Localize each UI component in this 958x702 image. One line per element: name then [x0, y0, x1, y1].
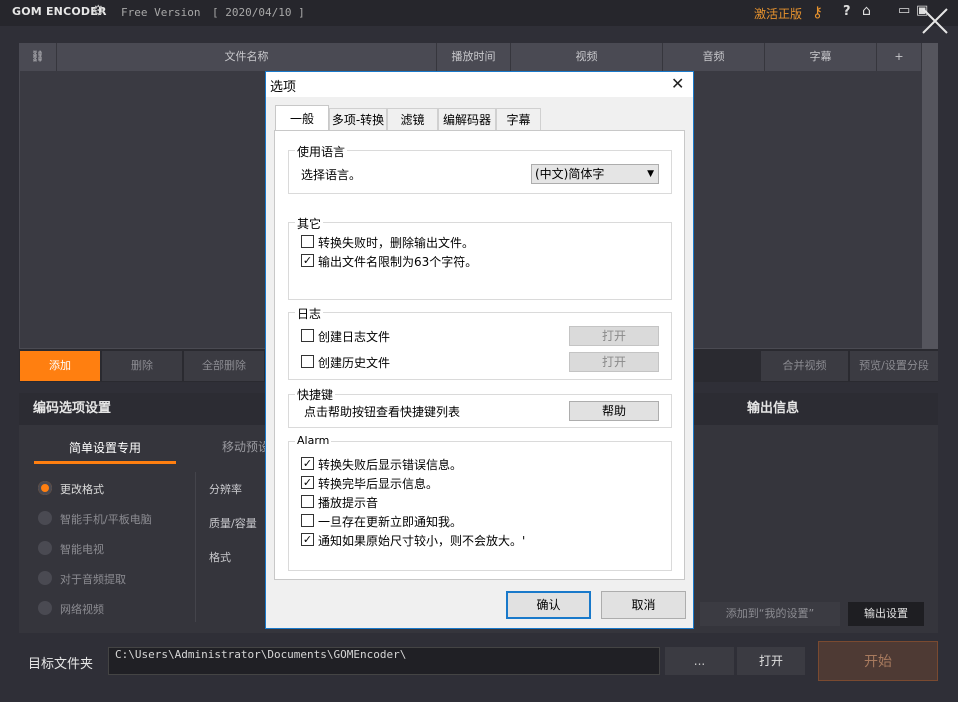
open-history-button[interactable]: 打开: [569, 352, 659, 372]
radio-smart-tv[interactable]: [38, 541, 52, 555]
ok-button[interactable]: 确认: [506, 591, 591, 619]
language-group-title: 使用语言: [295, 143, 348, 160]
show-error-checkbox[interactable]: ✓: [301, 457, 314, 470]
home-icon[interactable]: ⌂: [862, 3, 871, 19]
add-button[interactable]: 添加: [20, 351, 100, 381]
radio-change-format[interactable]: [38, 481, 52, 495]
file-list-header: ⛓ 文件名称 播放时间 视频 音频 字幕 +: [19, 43, 938, 71]
output-settings-button[interactable]: 输出设置: [848, 602, 924, 626]
tab-filter[interactable]: 滤镜: [387, 108, 438, 130]
radio-label-change-format: 更改格式: [60, 483, 104, 496]
limit-filename-checkbox[interactable]: ✓: [301, 254, 314, 267]
no-upscale-label: 通知如果原始尺寸较小，则不会放大。': [318, 534, 526, 548]
help-button[interactable]: 帮助: [569, 401, 659, 421]
radio-label-audio-extract: 对于音频提取: [60, 573, 126, 586]
no-upscale-checkbox[interactable]: ✓: [301, 533, 314, 546]
play-sound-checkbox[interactable]: [301, 495, 314, 508]
shortcut-group-title: 快捷键: [295, 386, 336, 403]
notify-update-checkbox[interactable]: [301, 514, 314, 527]
tab-subtitle[interactable]: 字幕: [496, 108, 541, 130]
version-date: [ 2020/04/10 ]: [212, 6, 305, 19]
column-duration[interactable]: 播放时间: [437, 43, 511, 71]
log-group-title: 日志: [295, 305, 324, 322]
help-icon[interactable]: ?: [843, 4, 851, 19]
tab-simple-settings[interactable]: 简单设置专用: [34, 432, 176, 464]
target-folder-input[interactable]: C:\Users\Administrator\Documents\GOMEnco…: [108, 647, 660, 675]
dialog-title: 选项: [270, 80, 297, 95]
file-list-scrollbar[interactable]: [922, 43, 938, 349]
open-folder-button[interactable]: 打开: [737, 647, 805, 675]
show-error-label: 转换失败后显示错误信息。: [318, 458, 463, 472]
other-group-title: 其它: [295, 215, 324, 232]
radio-label-web-video: 网络视频: [60, 603, 104, 616]
cancel-button[interactable]: 取消: [601, 591, 686, 619]
delete-on-fail-label: 转换失败时，删除输出文件。: [318, 236, 475, 250]
alarm-group-title: Alarm: [295, 434, 332, 447]
close-icon[interactable]: [920, 6, 950, 36]
delete-all-button[interactable]: 全部删除: [184, 351, 264, 381]
language-select-value: (中文)简体字: [535, 167, 605, 181]
radio-smartphone[interactable]: [38, 511, 52, 525]
activate-link[interactable]: 激活正版: [754, 5, 802, 22]
browse-button[interactable]: ...: [665, 647, 734, 675]
radio-label-smartphone: 智能手机/平板电脑: [60, 513, 152, 526]
create-log-checkbox[interactable]: [301, 329, 314, 342]
add-to-my-settings-button[interactable]: 添加到“我的设置”: [700, 602, 840, 626]
options-dialog: 选项 ✕ 一般 多项-转换 滤镜 编解码器 字幕 使用语言 选择语言。 (中文)…: [265, 71, 694, 629]
dialog-title-bar: [266, 72, 693, 97]
start-button[interactable]: 开始: [818, 641, 938, 681]
tab-general-selected[interactable]: 一般: [275, 105, 329, 131]
language-label: 选择语言。: [301, 168, 362, 182]
radio-audio-extract[interactable]: [38, 571, 52, 585]
link-icon[interactable]: ⛓: [19, 43, 57, 71]
language-select[interactable]: (中文)简体字 ▼: [531, 164, 659, 184]
show-complete-label: 转换完毕后显示信息。: [318, 477, 439, 491]
setting-format-label: 格式: [209, 551, 231, 564]
limit-filename-label: 输出文件名限制为63个字符。: [318, 255, 478, 269]
show-complete-checkbox[interactable]: ✓: [301, 476, 314, 489]
column-filename[interactable]: 文件名称: [57, 43, 437, 71]
setting-resolution-label: 分辨率: [209, 483, 242, 496]
chevron-down-icon: ▼: [647, 169, 654, 179]
tab-mobile-presets[interactable]: 移动预设: [222, 438, 270, 455]
preview-segment-button[interactable]: 预览/设置分段: [850, 351, 938, 381]
setting-quality-label: 质量/容量: [209, 517, 257, 530]
create-history-checkbox[interactable]: [301, 355, 314, 368]
create-history-label: 创建历史文件: [318, 356, 391, 370]
create-log-label: 创建日志文件: [318, 330, 391, 344]
delete-on-fail-checkbox[interactable]: [301, 235, 314, 248]
tab-batch-convert[interactable]: 多项-转换: [329, 108, 387, 130]
notify-update-label: 一旦存在更新立即通知我。: [318, 515, 463, 529]
shortcut-label: 点击帮助按钮查看快捷键列表: [304, 405, 461, 419]
version-label: Free Version: [121, 6, 201, 19]
add-column-button[interactable]: +: [877, 43, 922, 71]
merge-video-button[interactable]: 合并视频: [761, 351, 848, 381]
dialog-close-icon[interactable]: ✕: [671, 74, 684, 93]
radio-web-video[interactable]: [38, 601, 52, 615]
radio-label-smart-tv: 智能电视: [60, 543, 104, 556]
column-subtitle[interactable]: 字幕: [765, 43, 877, 71]
play-sound-label: 播放提示音: [318, 496, 379, 510]
column-audio[interactable]: 音频: [663, 43, 765, 71]
tab-codec[interactable]: 编解码器: [438, 108, 496, 130]
output-info-title: 输出信息: [694, 393, 938, 425]
open-log-button[interactable]: 打开: [569, 326, 659, 346]
delete-button[interactable]: 删除: [102, 351, 182, 381]
target-folder-label: 目标文件夹: [28, 657, 94, 672]
gear-icon[interactable]: ⚙: [92, 3, 105, 19]
column-video[interactable]: 视频: [511, 43, 663, 71]
key-icon[interactable]: ⚷: [812, 3, 823, 21]
divider: [195, 472, 196, 622]
minimize-icon[interactable]: ▭: [898, 3, 910, 18]
